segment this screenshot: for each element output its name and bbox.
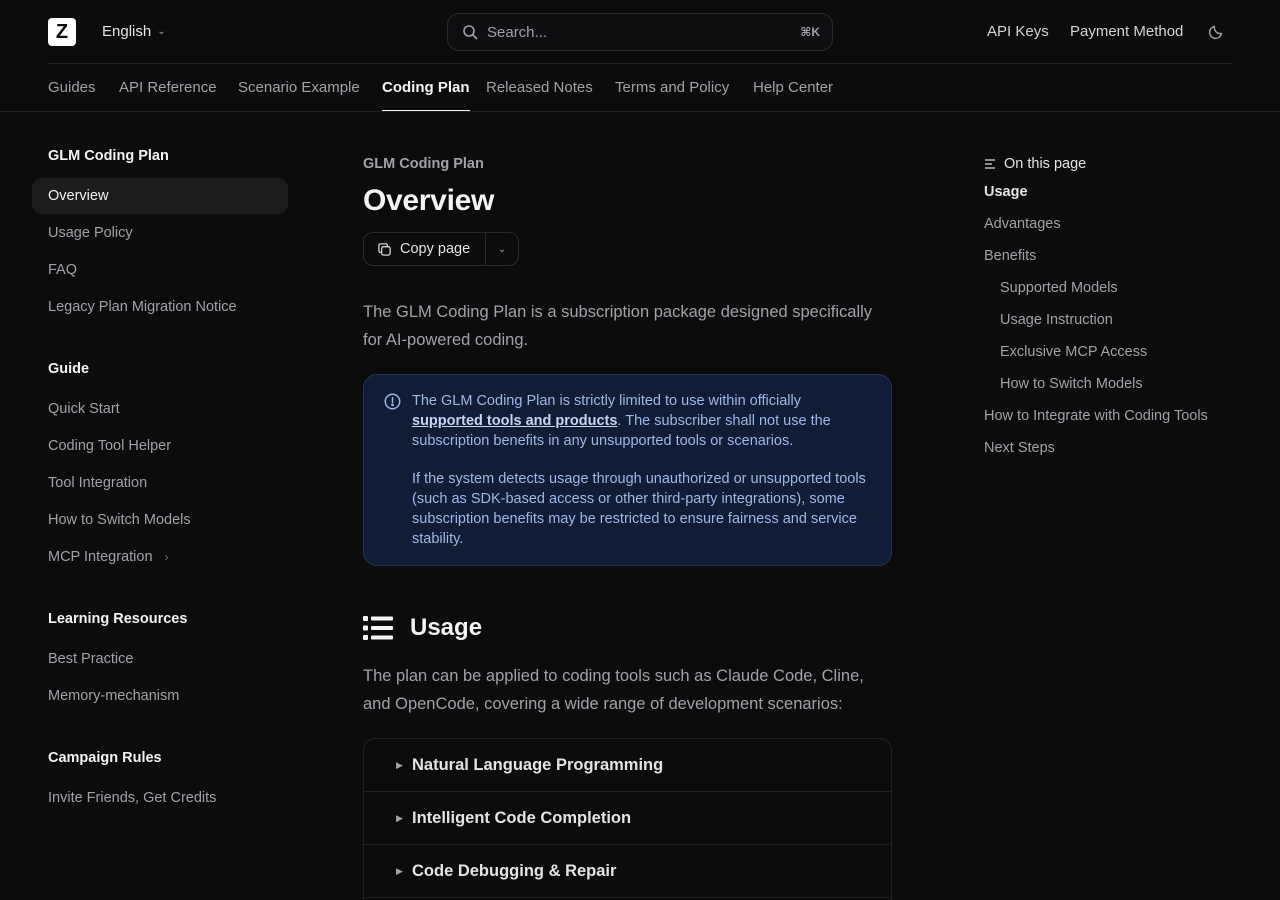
sidebar-item-quick-start[interactable]: Quick Start (48, 401, 120, 417)
sidebar-item-overview[interactable]: Overview (32, 178, 288, 214)
logo[interactable]: Z (48, 18, 76, 46)
tab-terms-and-policy[interactable]: Terms and Policy (615, 79, 729, 96)
toc-item-next-steps[interactable]: Next Steps (984, 440, 1055, 456)
tab-api-reference[interactable]: API Reference (119, 79, 217, 96)
sidebar-item-mcp-integration[interactable]: MCP Integration › (48, 549, 169, 565)
accordion-item[interactable]: ▶ Natural Language Programming (364, 739, 891, 792)
sidebar-item-coding-tool-helper[interactable]: Coding Tool Helper (48, 438, 171, 454)
payment-method-link[interactable]: Payment Method (1070, 23, 1183, 40)
page-title: Overview (363, 184, 495, 217)
language-label: English (102, 23, 152, 40)
chevron-right-icon: › (164, 550, 169, 564)
caret-right-icon: ▶ (396, 759, 403, 770)
moon-icon[interactable] (1208, 24, 1224, 40)
notice-paragraph: The GLM Coding Plan is strictly limited … (412, 391, 871, 451)
caret-right-icon: ▶ (396, 865, 403, 876)
sidebar-item-tool-integration[interactable]: Tool Integration (48, 475, 147, 491)
accordion-label: Code Debugging & Repair (412, 861, 617, 880)
caret-right-icon: ▶ (396, 812, 403, 823)
toc-item-benefits[interactable]: Benefits (984, 248, 1036, 264)
breadcrumb: GLM Coding Plan (363, 156, 484, 172)
supported-tools-link[interactable]: supported tools and products (412, 413, 617, 429)
toc-item-supported-models[interactable]: Supported Models (1000, 280, 1118, 296)
tab-released-notes[interactable]: Released Notes (486, 79, 593, 96)
sidebar-item-switch-models[interactable]: How to Switch Models (48, 512, 191, 528)
toc-item-switch-models[interactable]: How to Switch Models (1000, 376, 1143, 392)
toc-item-usage-instruction[interactable]: Usage Instruction (1000, 312, 1113, 328)
accordion-item[interactable]: ▶ Code Debugging & Repair (364, 845, 891, 898)
tab-scenario-example[interactable]: Scenario Example (238, 79, 360, 96)
search-shortcut: ⌘K (800, 25, 820, 39)
toc-heading: On this page (984, 156, 1086, 172)
tab-help-center[interactable]: Help Center (753, 79, 833, 96)
sidebar-item-best-practice[interactable]: Best Practice (48, 651, 133, 667)
nav-tabs: Guides API Reference Scenario Example Co… (0, 63, 1280, 112)
toc-lines-icon (985, 159, 995, 169)
copy-options-dropdown[interactable]: ⌄ (486, 233, 518, 265)
sidebar-item-invite-friends[interactable]: Invite Friends, Get Credits (48, 790, 216, 806)
tab-guides[interactable]: Guides (48, 79, 96, 96)
copy-page-control: Copy page ⌄ (363, 232, 519, 266)
notice-paragraph: If the system detects usage through unau… (412, 471, 866, 547)
language-selector[interactable]: English ⌄ (102, 23, 166, 40)
copy-icon (378, 242, 391, 256)
toc-item-usage[interactable]: Usage (984, 184, 1028, 200)
sidebar-section-title: GLM Coding Plan (48, 148, 169, 164)
accordion-label: Natural Language Programming (412, 755, 664, 774)
sidebar-item-faq[interactable]: FAQ (48, 262, 77, 278)
notice-text: The GLM Coding Plan is strictly limited … (412, 393, 801, 409)
sidebar-item-memory-mechanism[interactable]: Memory-mechanism (48, 688, 179, 704)
usage-paragraph: The plan can be applied to coding tools … (363, 667, 864, 713)
usage-heading: Usage (363, 614, 482, 642)
usage-heading-text: Usage (410, 614, 483, 641)
chevron-down-icon: ⌄ (497, 243, 507, 255)
toc-item-advantages[interactable]: Advantages (984, 216, 1061, 232)
scenarios-accordion: ▶ Natural Language Programming ▶ Intellige… (363, 738, 892, 900)
logo-letter: Z (55, 21, 69, 43)
sidebar-section-title: Learning Resources (48, 611, 188, 627)
tab-coding-plan[interactable]: Coding Plan (382, 79, 470, 111)
search-icon (463, 25, 478, 40)
notice-callout: The GLM Coding Plan is strictly limited … (363, 374, 892, 566)
search-placeholder: Search... (487, 23, 548, 41)
copy-page-label: Copy page (400, 241, 471, 257)
chevron-down-icon: ⌄ (157, 26, 166, 37)
accordion-item[interactable]: ▶ Intelligent Code Completion (364, 792, 891, 845)
toc-item-exclusive-mcp[interactable]: Exclusive MCP Access (1000, 344, 1147, 360)
sidebar-item-usage-policy[interactable]: Usage Policy (48, 225, 133, 241)
sidebar-section-title: Campaign Rules (48, 750, 162, 766)
intro-paragraph: The GLM Coding Plan is a subscription pa… (363, 303, 873, 349)
top-bar: Z English ⌄ Search... ⌘K API Keys Paymen… (0, 0, 1280, 63)
sidebar-item-legacy-plan[interactable]: Legacy Plan Migration Notice (48, 299, 237, 315)
accordion-label: Intelligent Code Completion (412, 808, 632, 827)
api-keys-link[interactable]: API Keys (987, 23, 1049, 40)
search-input[interactable]: Search... ⌘K (447, 13, 833, 51)
sidebar-item-label: MCP Integration (48, 549, 153, 565)
copy-page-button[interactable]: Copy page (364, 233, 486, 265)
list-icon (363, 616, 393, 640)
toc-heading-text: On this page (1004, 156, 1087, 172)
sidebar-section-title: Guide (48, 361, 90, 377)
toc-item-integrate[interactable]: How to Integrate with Coding Tools (984, 408, 1208, 424)
info-icon (384, 393, 401, 410)
